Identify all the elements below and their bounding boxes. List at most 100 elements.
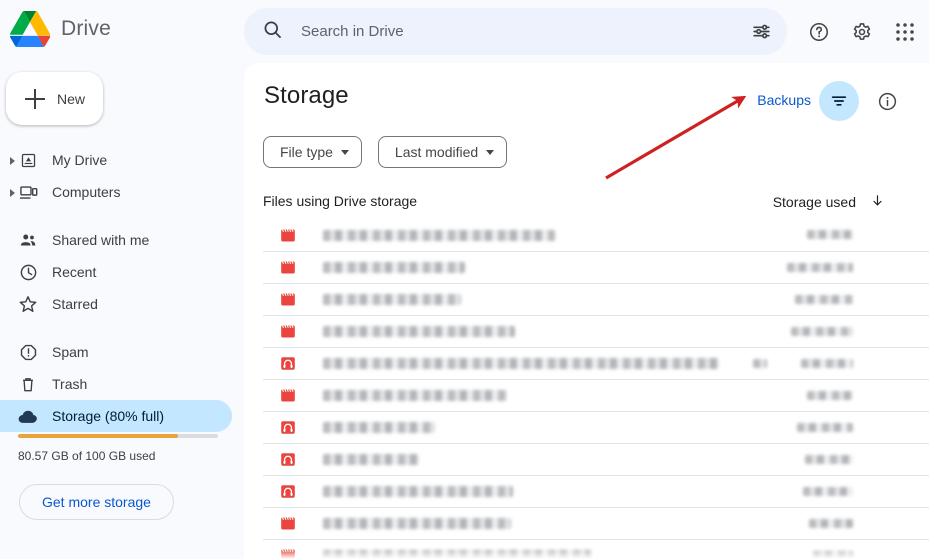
help-button[interactable] [798,11,840,53]
storage-used-value-redacted [787,263,853,272]
cloud-icon [18,406,38,426]
nav-divider-space [0,208,232,224]
star-icon [18,294,38,314]
expand-caret-icon[interactable] [10,189,15,197]
table-row[interactable] [263,251,929,283]
computers-icon [18,182,38,202]
info-button[interactable] [867,81,907,121]
table-row[interactable] [263,411,929,443]
storage-quota: 80.57 GB of 100 GB used [18,434,218,463]
sidebar-item-label: Shared with me [52,232,150,248]
video-file-icon [278,322,298,342]
column-header-name[interactable]: Files using Drive storage [263,193,417,209]
table-row[interactable] [263,315,929,347]
storage-used-value-redacted [797,423,853,432]
table-row[interactable] [263,379,929,411]
new-button[interactable]: New [6,72,103,125]
sidebar-item-recent[interactable]: Recent [0,256,232,288]
storage-used-value-redacted [795,295,853,304]
table-row[interactable] [263,443,929,475]
sidebar-item-shared-with-me[interactable]: Shared with me [0,224,232,256]
file-name-badge-redacted [753,359,767,368]
page-title: Storage [264,82,349,109]
file-name-redacted [323,326,515,337]
backups-link[interactable]: Backups [757,92,811,108]
sidebar-item-storage[interactable]: Storage (80% full) [0,400,232,432]
video-file-icon [278,258,298,278]
video-file-icon [278,225,298,245]
file-name-redacted [323,294,461,305]
file-name-redacted [323,518,511,529]
sidebar-item-starred[interactable]: Starred [0,288,232,320]
storage-used-value-redacted [809,519,853,528]
storage-used-value-redacted [813,551,853,559]
sidebar-item-label: My Drive [52,152,108,168]
quota-progress-fill [18,434,178,438]
video-file-icon [278,514,298,534]
file-name-redacted [323,454,419,465]
search-input[interactable] [301,19,741,44]
sidebar-item-label: Recent [52,264,97,280]
filter-chips: File type Last modified [263,136,508,168]
storage-used-value-redacted [807,230,853,239]
sidebar-item-label: Starred [52,296,98,312]
chip-last-modified[interactable]: Last modified [377,136,508,168]
apps-grid-icon[interactable] [884,11,926,53]
sidebar-item-computers[interactable]: Computers [0,176,232,208]
chip-label: Last modified [394,144,479,160]
main-content: Storage Backups File type Last modified [244,63,929,559]
drive-storage-page: Drive New My Drive Computers Shared with… [0,0,929,559]
table-row[interactable] [263,283,929,315]
table-row[interactable] [263,507,929,539]
chip-label: File type [280,144,333,160]
settings-button[interactable] [841,11,883,53]
storage-used-value-redacted [791,327,853,336]
sidebar-item-label: Trash [52,376,88,392]
chevron-down-icon [486,149,495,155]
my-drive-icon [18,150,38,170]
table-row[interactable] [263,219,929,251]
expand-caret-icon[interactable] [10,157,15,165]
table-row[interactable] [263,539,929,559]
column-header-size-label: Storage used [772,194,856,210]
nav-divider-space [0,320,232,336]
search-icon [262,19,283,45]
storage-used-value-redacted [805,455,853,464]
people-icon [18,230,38,250]
arrow-down-icon [870,193,885,211]
file-name-redacted [323,358,719,369]
get-more-storage-button[interactable]: Get more storage [19,484,174,520]
audio-file-icon [278,418,298,438]
trash-icon [18,374,38,394]
tune-icon[interactable] [741,12,781,52]
brand-name: Drive [61,17,112,40]
column-header-size[interactable]: Storage used [773,193,885,211]
filter-button[interactable] [819,81,859,121]
audio-file-icon [278,354,298,374]
storage-used-value-redacted [803,487,853,496]
spam-icon [18,342,38,362]
table-row[interactable] [263,475,929,507]
drive-logo-icon [10,11,50,47]
chevron-down-icon [340,149,349,155]
chip-file-type[interactable]: File type [263,136,362,168]
sidebar-item-my-drive[interactable]: My Drive [0,144,232,176]
brand[interactable]: Drive [10,11,111,47]
plus-icon [25,88,45,109]
file-name-redacted [323,262,465,273]
file-name-redacted [323,486,513,497]
quota-used-text: 80.57 GB of 100 GB used [18,449,156,463]
sidebar-item-trash[interactable]: Trash [0,368,232,400]
quota-progress-track [18,434,218,438]
sidebar-item-spam[interactable]: Spam [0,336,232,368]
clock-icon [18,262,38,282]
table-row[interactable] [263,347,929,379]
new-button-label: New [57,90,86,107]
search-bar[interactable] [244,8,787,55]
video-file-icon [278,546,298,559]
storage-used-value-redacted [801,359,853,368]
sidebar-item-label: Storage (80% full) [52,408,165,424]
file-list [263,219,929,559]
sidebar: Drive New My Drive Computers Shared with… [0,0,244,559]
audio-file-icon [278,450,298,470]
